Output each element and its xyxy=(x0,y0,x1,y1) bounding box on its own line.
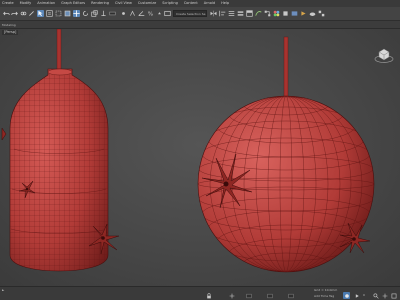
link-icon[interactable] xyxy=(20,10,27,17)
absolute-mode-icon[interactable] xyxy=(228,292,235,299)
bottle-rod xyxy=(56,29,62,72)
maximize-viewport-icon[interactable] xyxy=(390,292,397,299)
render-production-icon[interactable] xyxy=(300,10,307,17)
auto-key-icon[interactable] xyxy=(343,292,350,299)
viewcube-icon xyxy=(374,48,394,63)
selection-set-dropdown[interactable]: Create Selection Se xyxy=(173,10,207,17)
align-icon[interactable] xyxy=(219,10,226,17)
pivot-center-icon[interactable] xyxy=(120,10,127,17)
lock-selection-icon[interactable] xyxy=(205,292,212,299)
angle-snap-icon[interactable] xyxy=(138,10,145,17)
toggle-ribbon-icon[interactable] xyxy=(246,10,253,17)
ribbon-tab-modeling[interactable]: Modeling xyxy=(2,21,16,29)
toggle-scene-explorer-icon[interactable] xyxy=(228,10,235,17)
menu-scripting[interactable]: Scripting xyxy=(162,0,178,7)
svg-text:%: % xyxy=(148,12,153,17)
play-icon[interactable] xyxy=(353,292,360,299)
coord-y-icon[interactable] xyxy=(266,292,273,299)
menu-create[interactable]: Create xyxy=(2,0,14,7)
window-crossing-icon[interactable] xyxy=(64,10,71,17)
redo-icon[interactable] xyxy=(11,10,18,17)
spinner-snap-icon[interactable] xyxy=(156,10,163,17)
main-toolbar: % Create Selection Se xyxy=(0,7,400,21)
rendered-frame-window-icon[interactable] xyxy=(291,10,298,17)
percent-snap-icon[interactable]: % xyxy=(147,10,154,17)
scene-canvas[interactable] xyxy=(0,29,400,286)
toggle-layer-explorer-icon[interactable] xyxy=(237,10,244,17)
unlink-icon[interactable] xyxy=(28,10,35,17)
select-object-icon[interactable] xyxy=(37,10,44,17)
zoom-icon[interactable] xyxy=(372,292,379,299)
mirror-icon[interactable] xyxy=(210,10,217,17)
reference-coordinate-icon[interactable] xyxy=(109,10,116,17)
menu-help[interactable]: Help xyxy=(221,0,229,7)
menu-customize[interactable]: Customize xyxy=(138,0,156,7)
coord-x-icon[interactable] xyxy=(245,292,252,299)
menu-modify[interactable]: Modify xyxy=(20,0,32,7)
curve-editor-icon[interactable] xyxy=(255,10,262,17)
ribbon: Modeling xyxy=(0,21,400,29)
edit-named-selection-icon[interactable] xyxy=(164,10,171,17)
render-in-cloud-icon[interactable] xyxy=(309,10,316,17)
viewcube[interactable] xyxy=(374,45,394,65)
menu-rendering[interactable]: Rendering xyxy=(91,0,109,7)
menu-animation[interactable]: Animation xyxy=(37,0,55,7)
status-bar: ► Grid = 10.0mm Add Time Tag 0 xyxy=(0,286,400,300)
perspective-viewport[interactable]: [Persp] xyxy=(0,29,400,286)
render-setup-icon[interactable] xyxy=(282,10,289,17)
coord-z-icon[interactable] xyxy=(287,292,294,299)
region-select-icon[interactable] xyxy=(55,10,62,17)
place-icon[interactable] xyxy=(100,10,107,17)
move-icon[interactable] xyxy=(73,10,80,17)
snap-toggle-icon[interactable] xyxy=(129,10,136,17)
menu-arnold[interactable]: Arnold xyxy=(204,0,215,7)
material-editor-icon[interactable] xyxy=(273,10,280,17)
pan-icon[interactable] xyxy=(381,292,388,299)
grid-readout: Grid = 10.0mm xyxy=(314,288,338,292)
add-time-tag[interactable]: Add Time Tag xyxy=(314,294,334,299)
current-frame[interactable]: 0 xyxy=(363,293,365,298)
rotate-icon[interactable] xyxy=(82,10,89,17)
menu-bar: Create Modify Animation Graph Editors Re… xyxy=(0,0,400,7)
select-by-name-icon[interactable] xyxy=(46,10,53,17)
a360-gallery-icon[interactable] xyxy=(318,10,325,17)
schematic-view-icon[interactable] xyxy=(264,10,271,17)
scale-icon[interactable] xyxy=(91,10,98,17)
undo-icon[interactable] xyxy=(3,10,10,17)
maxscript-listener-indicator[interactable]: ► xyxy=(2,288,4,293)
menu-civil-view[interactable]: Civil View xyxy=(115,0,132,7)
bottle-flower-edge xyxy=(1,127,7,141)
menu-graph-editors[interactable]: Graph Editors xyxy=(61,0,85,7)
menu-content[interactable]: Content xyxy=(184,0,198,7)
